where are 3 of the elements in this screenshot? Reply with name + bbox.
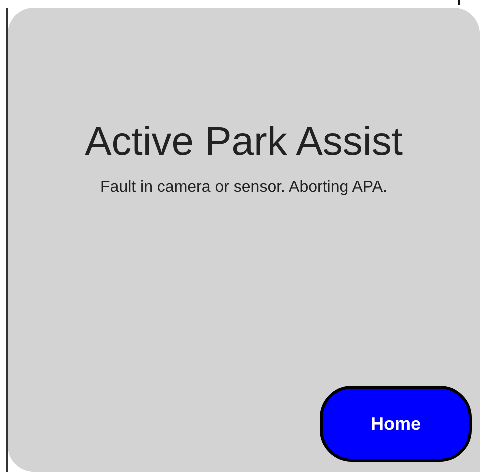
dialog-message: Fault in camera or sensor. Aborting APA. (100, 179, 388, 197)
dialog-title: Active Park Assist (85, 120, 403, 165)
home-button[interactable]: Home (320, 386, 472, 462)
